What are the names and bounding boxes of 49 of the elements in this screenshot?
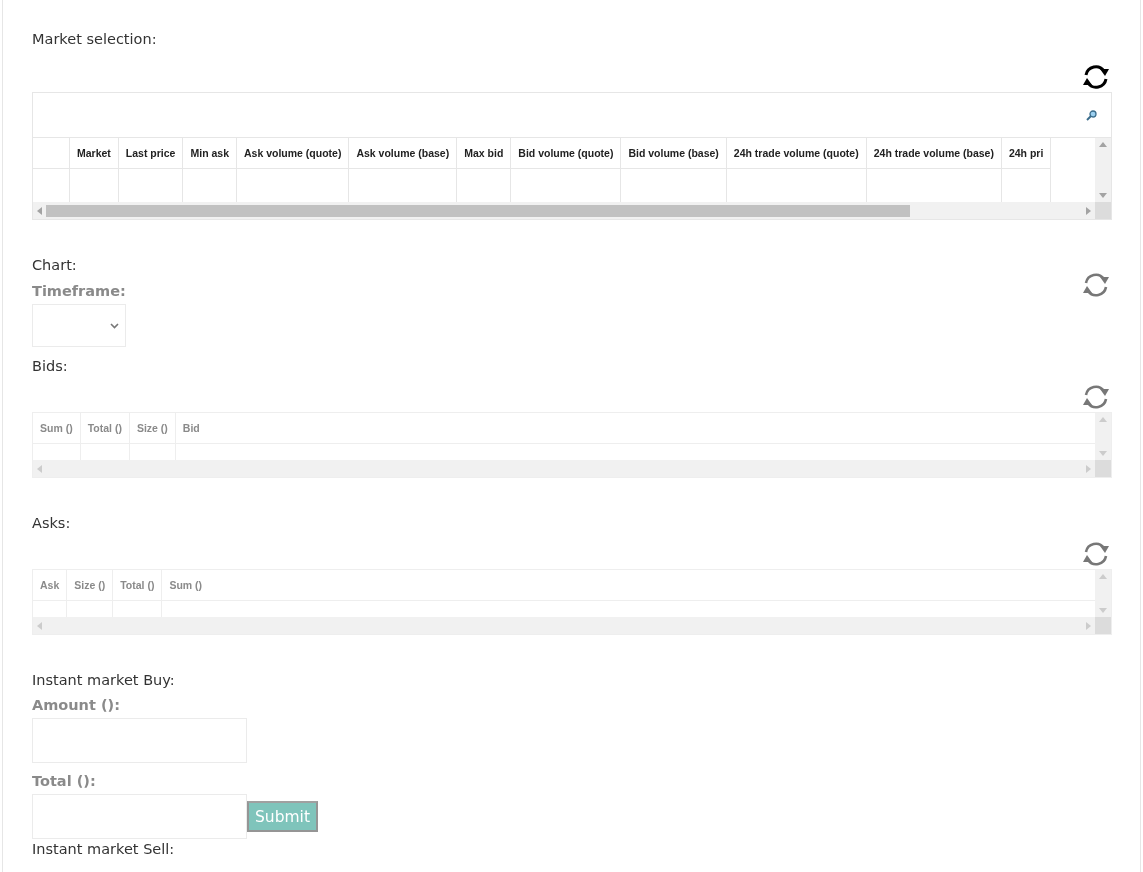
search-icon bbox=[1086, 109, 1097, 121]
vertical-scrollbar[interactable] bbox=[1095, 570, 1111, 617]
column-header[interactable]: Market bbox=[69, 138, 119, 169]
scroll-up-arrow-icon[interactable] bbox=[1099, 142, 1107, 147]
column-header[interactable]: Last price bbox=[118, 138, 183, 169]
field-label: Total (): bbox=[32, 772, 96, 790]
scroll-up-arrow-icon[interactable] bbox=[1099, 417, 1107, 422]
scroll-right-arrow-icon[interactable] bbox=[1086, 621, 1091, 630]
column-header[interactable]: Bid bbox=[175, 413, 1095, 444]
column-header[interactable]: 24h trade volume (quote) bbox=[726, 138, 867, 169]
column-header[interactable]: Bid volume (base) bbox=[620, 138, 727, 169]
column-header[interactable]: Size () bbox=[129, 413, 176, 444]
field-label: Amount (): bbox=[32, 696, 120, 714]
scrollbar-corner bbox=[1095, 617, 1111, 634]
chevron-down-icon bbox=[110, 322, 119, 329]
scroll-down-arrow-icon[interactable] bbox=[1099, 608, 1107, 613]
section-heading: Instant market Sell: bbox=[32, 840, 175, 858]
scroll-left-arrow-icon[interactable] bbox=[37, 206, 42, 215]
column-header[interactable]: Size () bbox=[66, 570, 113, 601]
scroll-up-arrow-icon[interactable] bbox=[1099, 574, 1107, 579]
scrollbar-corner bbox=[1095, 460, 1111, 477]
scroll-right-arrow-icon[interactable] bbox=[1086, 464, 1091, 473]
input-field[interactable] bbox=[32, 794, 247, 839]
column-header[interactable]: Ask volume (quote) bbox=[236, 138, 349, 169]
scroll-right-arrow-icon[interactable] bbox=[1086, 206, 1091, 215]
vertical-scrollbar[interactable] bbox=[1095, 413, 1111, 460]
column-header[interactable]: 24h trade volume (base) bbox=[866, 138, 1002, 169]
column-header[interactable]: Ask volume (base) bbox=[348, 138, 457, 169]
field-label: Timeframe: bbox=[32, 282, 126, 300]
section-heading: Instant market Buy: bbox=[32, 671, 175, 689]
column-header[interactable]: Min ask bbox=[182, 138, 237, 169]
section-heading: Market selection: bbox=[32, 30, 157, 48]
section-heading: Bids: bbox=[32, 357, 68, 375]
column-header[interactable]: Bid volume (quote) bbox=[510, 138, 621, 169]
column-header[interactable]: 24h pri bbox=[1001, 138, 1051, 169]
timeframe-select[interactable] bbox=[32, 304, 126, 347]
column-header[interactable]: Total () bbox=[112, 570, 162, 601]
column-header[interactable]: Sum () bbox=[33, 413, 81, 444]
scroll-down-arrow-icon[interactable] bbox=[1099, 451, 1107, 456]
section-heading: Chart: bbox=[32, 256, 77, 274]
section-heading: Asks: bbox=[32, 514, 71, 532]
scroll-left-arrow-icon[interactable] bbox=[37, 464, 42, 473]
scroll-down-arrow-icon[interactable] bbox=[1099, 193, 1107, 198]
scroll-left-arrow-icon[interactable] bbox=[37, 621, 42, 630]
column-header[interactable]: Ask bbox=[33, 570, 67, 601]
vertical-scrollbar[interactable] bbox=[1095, 138, 1111, 202]
column-header[interactable]: Sum () bbox=[161, 570, 1095, 601]
refresh-icon[interactable] bbox=[1081, 63, 1111, 91]
column-header[interactable]: Max bid bbox=[456, 138, 511, 169]
